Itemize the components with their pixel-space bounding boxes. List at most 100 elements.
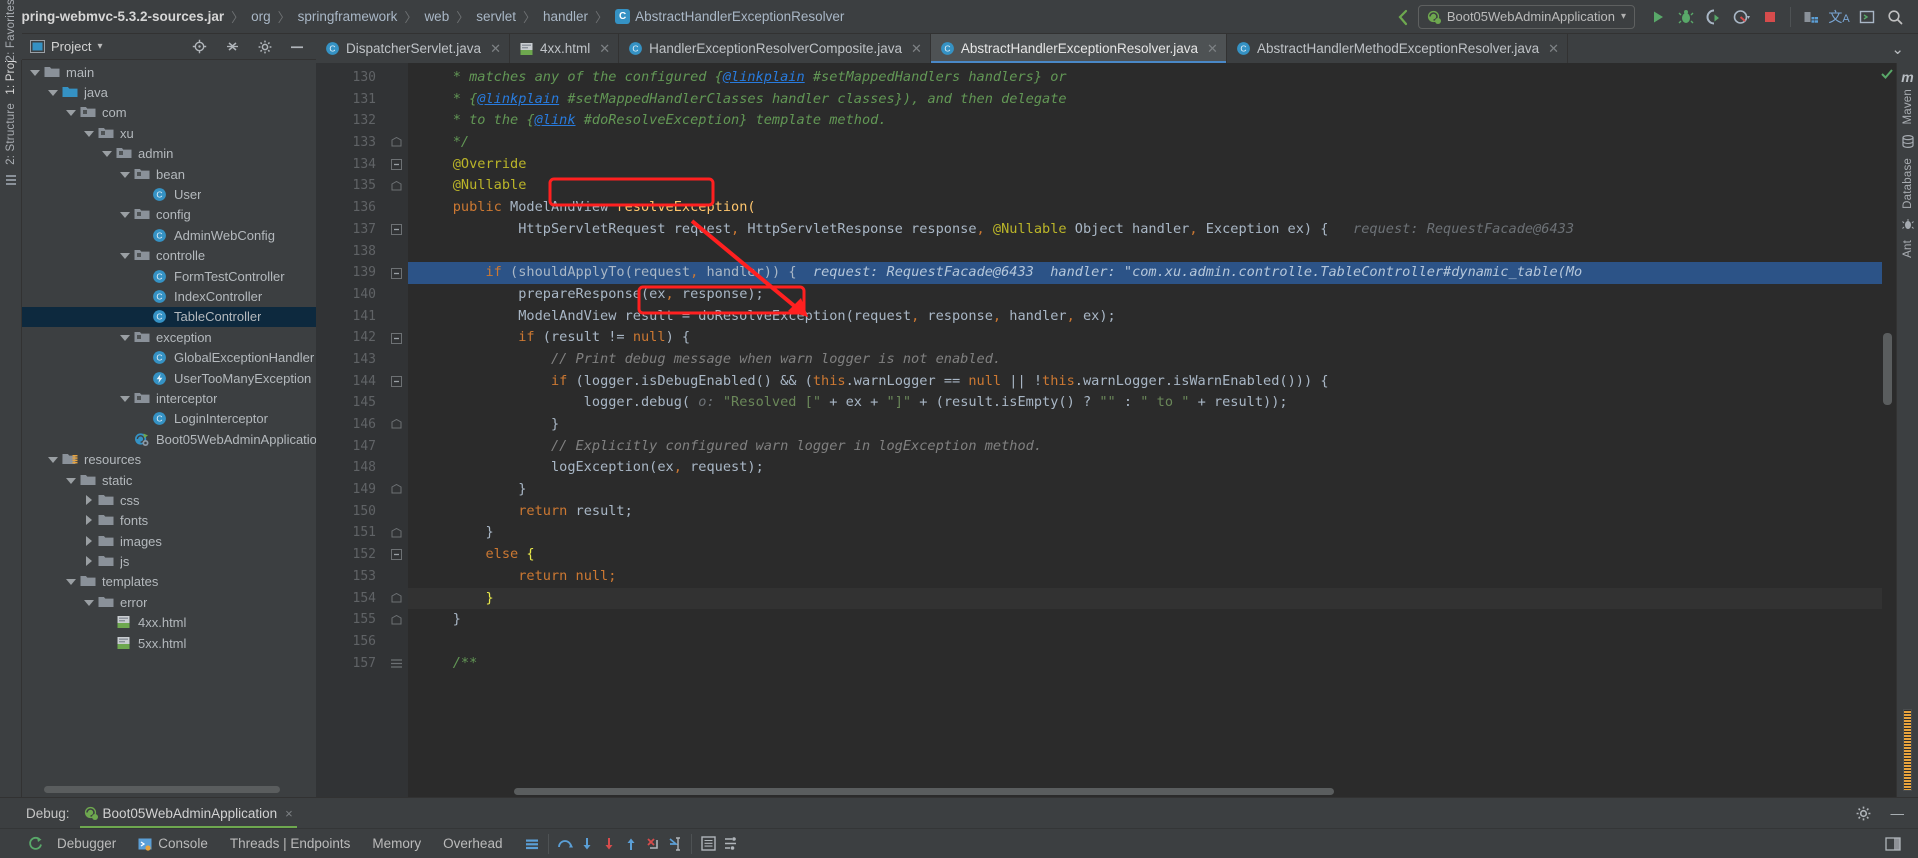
close-tab-icon[interactable]: ✕ [1207, 41, 1218, 57]
breadcrumb-item-org[interactable]: org [251, 9, 271, 24]
tree-node-css[interactable]: css [22, 490, 316, 510]
code-line[interactable]: } [408, 587, 1882, 610]
settings-gear-icon[interactable] [252, 40, 278, 54]
tab-debugger[interactable]: Debugger [46, 836, 127, 851]
code-line[interactable]: public ModelAndView resolveException( [408, 197, 1882, 219]
tree-node-main[interactable]: main [22, 62, 316, 82]
tree-node-globalexceptionhandler[interactable]: C GlobalExceptionHandler [22, 347, 316, 367]
editor-tab-abstracthandlermethodexceptionresolver-java[interactable]: C AbstractHandlerMethodExceptionResolver.… [1226, 34, 1569, 63]
search-everywhere-button[interactable] [1882, 4, 1908, 30]
project-tree-hscrollbar[interactable] [44, 786, 280, 793]
locate-icon[interactable] [186, 39, 213, 54]
breadcrumb-item-springframework[interactable]: springframework [298, 9, 398, 24]
chevron-right-icon[interactable] [84, 556, 95, 567]
step-out-icon[interactable] [620, 833, 642, 855]
code-line[interactable]: * {@linkplain #setMappedHandlerClasses h… [408, 89, 1882, 111]
run-configuration-selector[interactable]: Boot05WebAdminApplication ▾ [1417, 4, 1635, 29]
project-tree[interactable]: main java com xu admin bean C User config C AdminW… [22, 60, 316, 797]
tree-node-tablecontroller[interactable]: C TableController [22, 306, 316, 328]
code-line[interactable]: * matches any of the configured {@linkpl… [408, 67, 1882, 89]
code-line[interactable]: logger.debug( o: "Resolved [" + ex + "]"… [408, 392, 1882, 414]
chevron-down-icon[interactable] [84, 597, 95, 608]
editor-vscrollbar-thumb[interactable] [1883, 333, 1892, 405]
code-line[interactable]: if (shouldApplyTo(request, handler)) { r… [408, 262, 1882, 284]
chevron-right-icon[interactable] [84, 535, 95, 547]
code-line[interactable]: } [408, 609, 1882, 631]
code-line[interactable]: return null; [408, 566, 1882, 588]
code-line[interactable]: } [408, 522, 1882, 544]
code-line[interactable]: // Explicitly configured warn logger in … [408, 436, 1882, 458]
chevron-right-icon[interactable] [84, 515, 95, 526]
translate-button[interactable]: 文A [1826, 4, 1852, 30]
debug-settings-gear-icon[interactable] [1846, 806, 1881, 821]
fold-marker-end[interactable] [384, 609, 408, 631]
terminal-button[interactable] [1854, 4, 1880, 30]
breadcrumb-item-web[interactable]: web [424, 9, 449, 24]
tab-overhead[interactable]: Overhead [432, 836, 513, 851]
tree-node-controlle[interactable]: controlle [22, 246, 316, 266]
fold-marker-end[interactable] [384, 588, 408, 610]
chevron-down-icon[interactable] [120, 393, 131, 404]
tree-node-exception[interactable]: exception [22, 327, 316, 347]
sidebar-item-ant[interactable]: Ant [1902, 236, 1914, 262]
code-line[interactable]: // Print debug message when warn logger … [408, 349, 1882, 371]
tree-node-config[interactable]: config [22, 205, 316, 225]
fold-marker-minus[interactable] [384, 371, 408, 393]
tree-node-static[interactable]: static [22, 470, 316, 490]
editor-tab-4xx-html[interactable]: 4xx.html ✕ [509, 34, 620, 63]
drop-frame-icon[interactable] [642, 833, 664, 855]
tab-memory[interactable]: Memory [361, 836, 432, 851]
tree-node-usertoomanyexception[interactable]: UserTooManyException [22, 368, 316, 388]
close-tab-icon[interactable]: ✕ [599, 41, 610, 57]
code-line[interactable]: } [408, 414, 1882, 436]
tree-node-images[interactable]: images [22, 531, 316, 551]
fold-marker-minus[interactable] [384, 262, 408, 284]
run-to-cursor-icon[interactable] [664, 833, 686, 855]
tree-node-error[interactable]: error [22, 592, 316, 612]
code-line[interactable]: } [408, 479, 1882, 501]
tree-node-resources[interactable]: resources [22, 449, 316, 469]
tree-node-logininterceptor[interactable]: C LoginInterceptor [22, 409, 316, 429]
code-line[interactable]: */ [408, 132, 1882, 154]
rerun-icon[interactable] [24, 833, 46, 855]
editor-hscrollbar[interactable] [514, 788, 1334, 795]
build-variants-icon[interactable] [5, 174, 17, 186]
tree-node-bean[interactable]: bean [22, 164, 316, 184]
fold-marker-end[interactable] [384, 132, 408, 154]
code-line[interactable]: prepareResponse(ex, response); [408, 284, 1882, 306]
chevron-down-icon[interactable] [66, 475, 77, 486]
stop-button[interactable] [1757, 4, 1783, 30]
evaluate-expression-icon[interactable] [697, 833, 719, 855]
chevron-down-icon[interactable] [84, 128, 95, 139]
chevron-down-icon[interactable] [30, 67, 41, 78]
debug-button[interactable] [1673, 4, 1699, 30]
tab-threads-endpoints[interactable]: Threads | Endpoints [219, 836, 362, 851]
minimize-panel-icon[interactable]: — [1891, 806, 1918, 821]
code-folding-gutter[interactable] [384, 63, 408, 797]
step-over-icon[interactable] [554, 833, 576, 855]
close-tab-icon[interactable]: ✕ [490, 41, 501, 57]
code-line[interactable]: @Nullable [408, 175, 1882, 197]
sidebar-item-database[interactable]: Database [1902, 154, 1914, 213]
tree-node-indexcontroller[interactable]: C IndexController [22, 286, 316, 306]
tab-console[interactable]: Console [127, 836, 219, 851]
tree-node-java[interactable]: java [22, 82, 316, 102]
debug-session-tab[interactable]: Boot05WebAdminApplication × [79, 798, 297, 828]
fold-marker-end[interactable] [384, 479, 408, 501]
tree-node-5xx-html[interactable]: 5xx.html [22, 633, 316, 653]
code-line[interactable]: if (result != null) { [408, 327, 1882, 349]
editor-tab-abstracthandlerexceptionresolver-java[interactable]: C AbstractHandlerExceptionResolver.java ✕ [930, 34, 1227, 63]
tree-node-js[interactable]: js [22, 551, 316, 571]
tree-node-boot05webadminapplication[interactable]: Boot05WebAdminApplication [22, 429, 316, 449]
tree-node-adminwebconfig[interactable]: C AdminWebConfig [22, 225, 316, 245]
tree-node-user[interactable]: C User [22, 184, 316, 204]
tree-node-admin[interactable]: admin [22, 144, 316, 164]
editor-marker-gutter[interactable] [1880, 63, 1896, 797]
mute-breakpoints-icon[interactable] [521, 833, 543, 855]
fold-marker-end[interactable] [384, 175, 408, 197]
inspection-ok-icon[interactable] [1880, 67, 1894, 81]
breadcrumb-item-handler[interactable]: handler [543, 9, 588, 24]
hide-panel-icon[interactable] [284, 45, 310, 49]
chevron-right-icon[interactable] [84, 494, 95, 506]
close-icon[interactable]: × [285, 806, 293, 821]
